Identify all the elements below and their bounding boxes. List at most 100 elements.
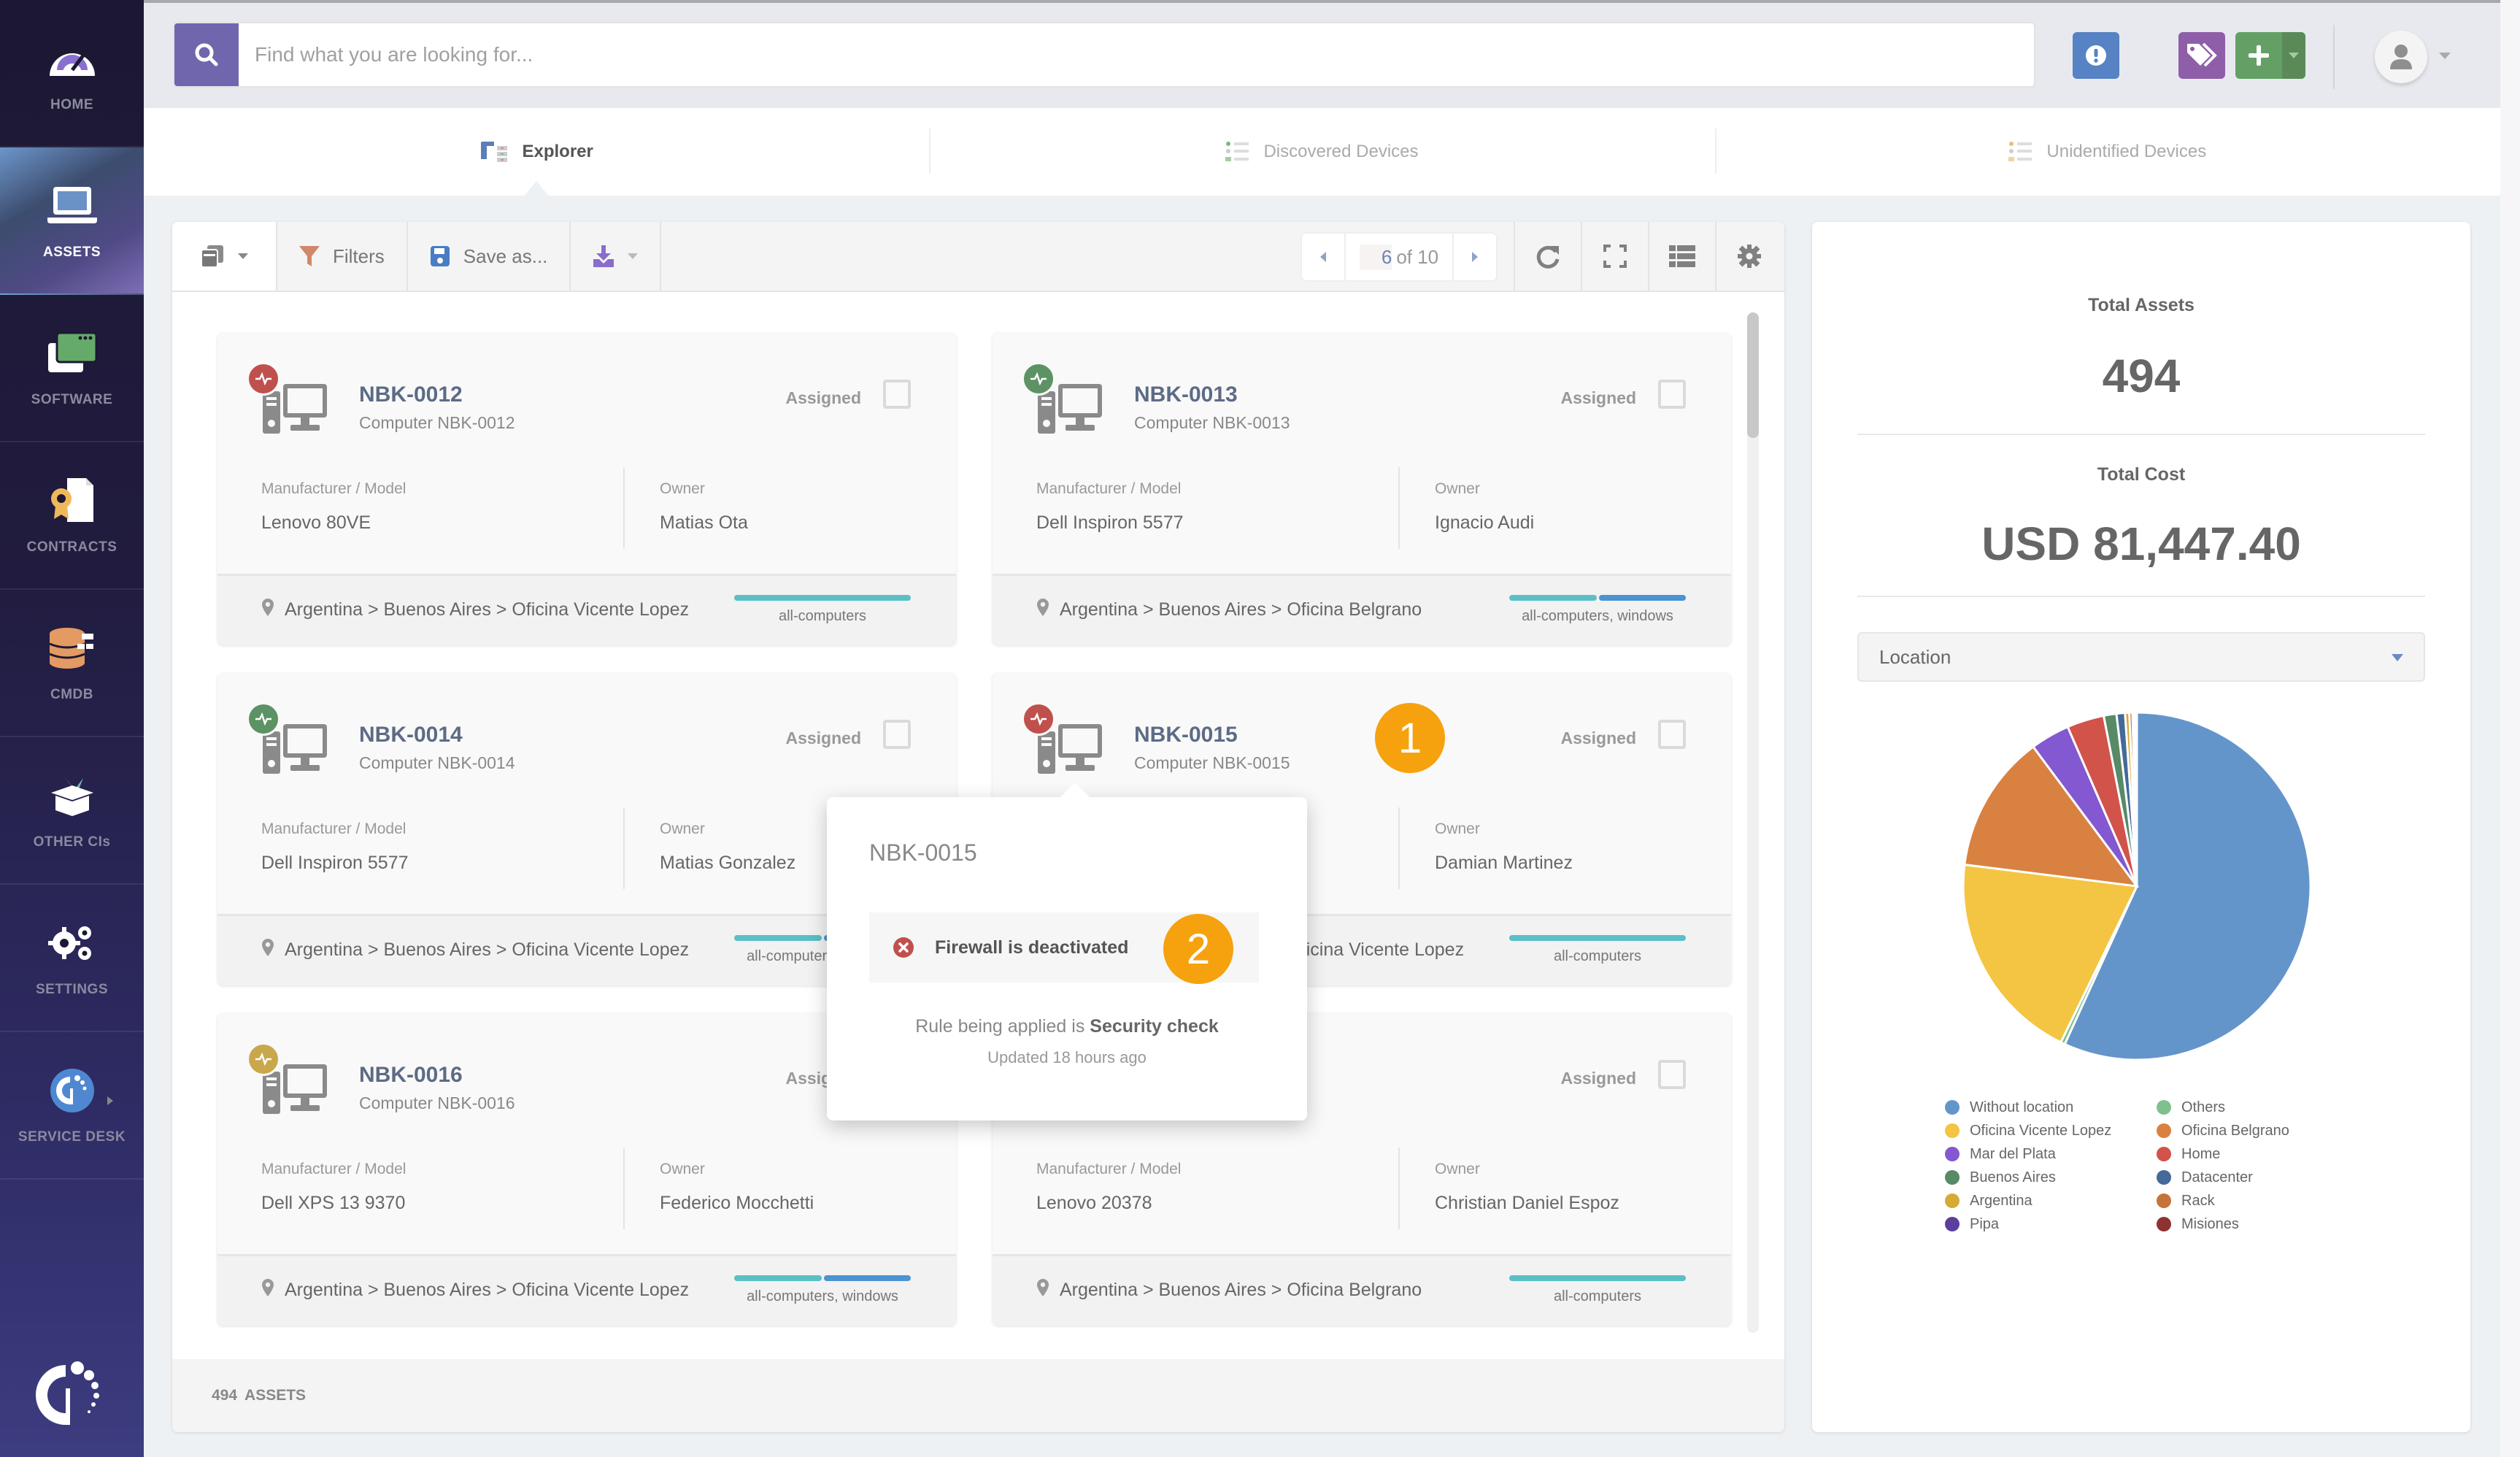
health-status-icon[interactable] [1022,362,1055,396]
filters-button[interactable]: Filters [277,222,408,291]
refresh-button[interactable] [1514,222,1581,291]
list-scrollbar[interactable] [1747,312,1759,1333]
step-badge-2: 2 [1163,914,1233,984]
sidebar-item-software[interactable]: SOFTWARE [0,295,144,442]
sidebar-item-contracts[interactable]: CONTRACTS [0,442,144,590]
sidebar-item-other-cis[interactable]: OTHER CIs [0,737,144,885]
user-avatar[interactable] [2375,31,2427,83]
view-mode-button[interactable] [172,222,277,291]
sidebar-item-service-desk[interactable]: SERVICE DESK [0,1032,144,1180]
tag-color-bar [1509,935,1686,941]
sidebar-item-assets[interactable]: ASSETS [0,147,144,295]
legend-swatch [1945,1217,1960,1231]
global-search [173,22,2035,88]
legend-item[interactable]: Others [2157,1098,2375,1117]
updated-time: Updated 18 hours ago [987,1048,1147,1066]
fullscreen-button[interactable] [1581,222,1648,291]
expand-arrow-icon[interactable] [107,1096,113,1105]
sidebar: HOME ASSETS SOFTWARE CONTRACTS CMDB OTHE… [0,0,144,1457]
next-page-button[interactable] [1454,234,1496,280]
rule-name: Security check [1090,1016,1219,1037]
tab-explorer[interactable]: Explorer [144,108,929,197]
search-input[interactable] [239,23,2034,86]
total-cost-value: USD 81,447.40 [1981,518,2301,570]
tab-unidentified-devices[interactable]: Unidentified Devices [1714,108,2500,196]
group-by-select[interactable]: Location [1857,632,2425,682]
asset-subtitle: Computer NBK-0013 [1134,413,1290,432]
assigned-label: Assigned [785,728,861,747]
sidebar-item-cmdb[interactable]: CMDB [0,590,144,737]
divider [2333,25,2335,89]
location-pin-icon [1036,1278,1049,1302]
user-avatar-icon [2390,45,2412,69]
tag-color-segment [734,935,822,941]
manufacturer-model-value: Dell Inspiron 5577 [1036,512,1184,533]
legend-item[interactable]: Argentina [1945,1191,2157,1210]
divider [1857,434,2425,435]
export-button[interactable] [571,222,662,291]
legend-item[interactable]: Without location [1945,1098,2157,1117]
user-menu-caret-icon[interactable] [2439,53,2451,59]
tag-color-bar [734,1275,911,1281]
health-status-icon[interactable] [247,702,280,736]
settings-button[interactable] [1715,222,1782,291]
save-as-button[interactable]: Save as... [408,222,571,291]
asset-name[interactable]: NBK-0015 [1134,723,1238,747]
add-dropdown-button[interactable] [2282,32,2305,79]
list-view-button[interactable] [1648,222,1715,291]
asset-card[interactable]: NBK-0012 Computer NBK-0012 Assigned Manufac… [217,333,956,645]
unidentified-list-icon [2008,140,2033,164]
list-footer: 494 ASSETS [172,1359,1784,1432]
assigned-checkbox[interactable] [1658,380,1686,409]
alert-icon [2086,45,2106,66]
sidebar-item-home[interactable]: HOME [0,0,144,147]
assigned-checkbox[interactable] [883,720,911,749]
scrollbar-thumb[interactable] [1747,312,1759,438]
health-status-icon[interactable] [1022,702,1055,736]
assigned-checkbox[interactable] [1658,720,1686,749]
legend-item[interactable]: Mar del Plata [1945,1145,2157,1164]
legend-item[interactable]: Datacenter [2157,1168,2375,1187]
view-tabs: Explorer Discovered Devices Unidentified… [144,108,2500,197]
manufacturer-model-label: Manufacturer / Model [261,820,406,837]
legend-item[interactable]: Home [2157,1145,2375,1164]
legend-item[interactable]: Pipa [1945,1215,2157,1234]
search-button[interactable] [174,23,239,86]
asset-name[interactable]: NBK-0012 [359,382,463,407]
tab-discovered-devices[interactable]: Discovered Devices [929,108,1714,196]
asset-name[interactable]: NBK-0016 [359,1063,463,1088]
explorer-icon [479,140,509,164]
previous-page-button[interactable] [1302,234,1344,280]
current-page-input[interactable]: 6 [1359,244,1392,270]
assigned-label: Assigned [785,388,861,407]
legend-label: Buenos Aires [1970,1169,2056,1185]
tag-color-bar [1509,1275,1686,1281]
owner-value: Damian Martinez [1435,853,1573,873]
asset-name[interactable]: NBK-0013 [1134,382,1238,407]
tags-icon [2187,42,2217,67]
legend-item[interactable]: Misiones [2157,1215,2375,1234]
database-icon [43,623,101,674]
asset-name[interactable]: NBK-0014 [359,723,463,747]
health-status-icon[interactable] [247,362,280,396]
assigned-checkbox[interactable] [1658,1060,1686,1089]
sidebar-item-settings[interactable]: SETTINGS [0,885,144,1032]
page-total: of 10 [1396,245,1439,268]
alerts-button[interactable] [2073,32,2119,79]
add-button[interactable] [2235,32,2305,79]
health-status-icon[interactable] [247,1042,280,1076]
divider [1398,1147,1400,1229]
alert-message: Firewall is deactivated [935,937,1129,958]
list-toolbar: Filters Save as... 6 of 10 [172,222,1784,292]
legend-item[interactable]: Oficina Belgrano [2157,1121,2375,1140]
legend-item[interactable]: Oficina Vicente Lopez [1945,1121,2157,1140]
sidebar-item-label: HOME [50,97,93,112]
asset-card[interactable]: NBK-0013 Computer NBK-0013 Assigned Manufac… [993,333,1731,645]
legend-item[interactable]: Buenos Aires [1945,1168,2157,1187]
sidebar-item-label: OTHER CIs [33,834,111,850]
sidebar-item-label: CMDB [50,687,93,702]
assigned-checkbox[interactable] [883,380,911,409]
tags-button[interactable] [2178,32,2225,79]
divider [1398,467,1400,549]
legend-item[interactable]: Rack [2157,1191,2375,1210]
